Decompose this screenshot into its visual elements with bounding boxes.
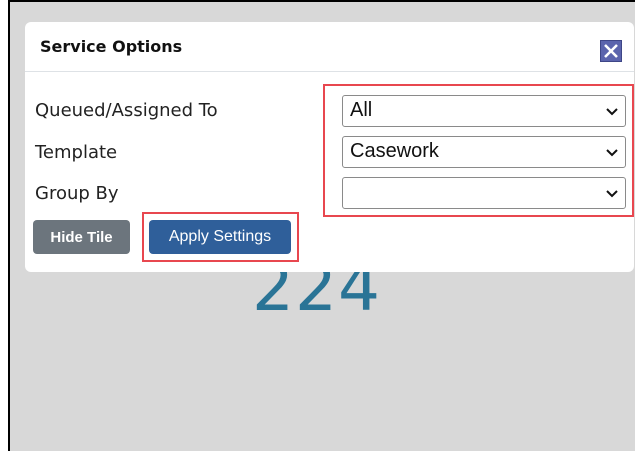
- dropdowns-highlight: [323, 84, 634, 217]
- group-by-label: Group By: [35, 183, 119, 204]
- dialog-header: Service Options: [25, 22, 634, 72]
- hide-tile-button[interactable]: Hide Tile: [33, 220, 130, 254]
- template-label: Template: [35, 142, 118, 163]
- queued-assigned-label: Queued/Assigned To: [35, 100, 218, 121]
- close-button[interactable]: [600, 40, 622, 62]
- dialog-title: Service Options: [40, 37, 183, 56]
- apply-settings-highlight: [142, 212, 299, 262]
- close-x-icon: [604, 44, 618, 58]
